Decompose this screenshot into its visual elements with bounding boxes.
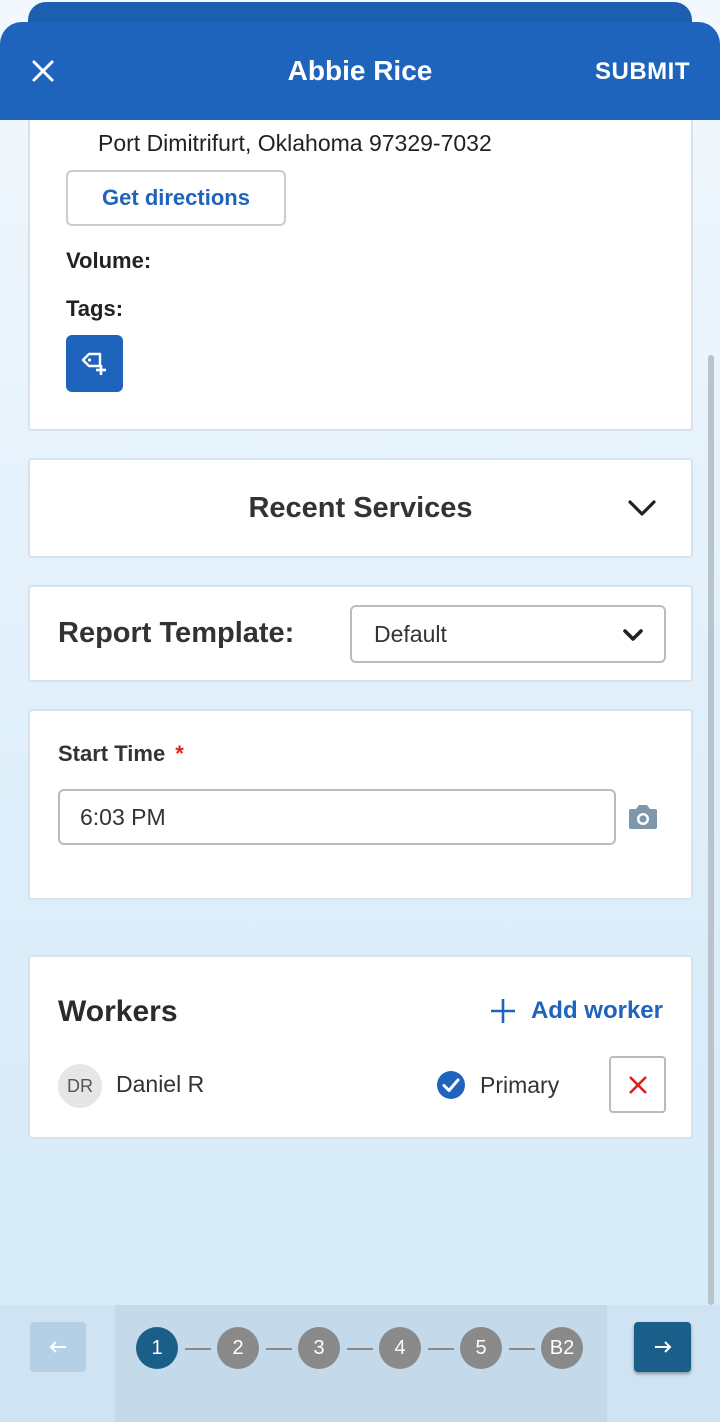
start-time-card: Start Time *: [28, 709, 693, 900]
avatar: DR: [58, 1064, 102, 1108]
add-tag-icon: [81, 352, 106, 375]
report-template-label: Report Template:: [58, 617, 295, 649]
step-connector: [347, 1348, 373, 1350]
app-header: Abbie Rice SUBMIT: [0, 22, 720, 120]
step-B2[interactable]: B2: [541, 1327, 583, 1369]
step-connector: [428, 1348, 454, 1350]
arrow-left-icon: [49, 1341, 66, 1353]
step-footer: 1 2 3 4 5 B2: [0, 1305, 720, 1422]
remove-worker-button[interactable]: [609, 1056, 666, 1113]
workers-card: Workers Add worker DR Daniel R Primary: [28, 955, 693, 1139]
close-icon[interactable]: [28, 56, 58, 86]
add-tag-button[interactable]: [66, 335, 123, 392]
step-connector: [509, 1348, 535, 1350]
job-details-card: Port Dimitrifurt, Oklahoma 97329-7032 Ge…: [28, 100, 693, 431]
report-template-select[interactable]: Default: [350, 605, 666, 663]
next-step-button[interactable]: [634, 1322, 691, 1372]
start-time-label: Start Time *: [58, 741, 184, 767]
step-2[interactable]: 2: [217, 1327, 259, 1369]
report-template-card: Report Template: Default: [28, 585, 693, 682]
step-5[interactable]: 5: [460, 1327, 502, 1369]
get-directions-button[interactable]: Get directions: [66, 170, 286, 226]
page-title: Abbie Rice: [287, 55, 433, 86]
camera-icon[interactable]: [626, 803, 660, 831]
step-4[interactable]: 4: [379, 1327, 421, 1369]
chevron-down-icon[interactable]: [627, 496, 657, 520]
primary-label: Primary: [480, 1072, 560, 1098]
submit-button[interactable]: SUBMIT: [595, 58, 690, 86]
plus-icon: [490, 999, 515, 1023]
scrollbar[interactable]: [708, 355, 714, 1305]
arrow-right-icon: [654, 1341, 671, 1353]
caret-down-icon: [623, 629, 643, 641]
recent-services-title: Recent Services: [248, 492, 473, 524]
step-connector: [185, 1348, 211, 1350]
address-line: Port Dimitrifurt, Oklahoma 97329-7032: [98, 130, 492, 156]
recent-services-panel[interactable]: Recent Services: [28, 458, 693, 558]
step-3[interactable]: 3: [298, 1327, 340, 1369]
workers-title: Workers: [58, 995, 178, 1028]
start-time-input[interactable]: [58, 789, 616, 845]
required-indicator: *: [175, 741, 184, 766]
volume-label: Volume:: [66, 248, 152, 273]
start-time-label-text: Start Time: [58, 741, 166, 766]
report-template-value: Default: [374, 621, 447, 647]
tags-label: Tags:: [66, 296, 124, 321]
add-worker-label: Add worker: [530, 997, 663, 1024]
step-connector: [266, 1348, 292, 1350]
step-1[interactable]: 1: [136, 1327, 178, 1369]
steps-track: [115, 1305, 607, 1422]
close-icon: [628, 1075, 647, 1094]
check-circle-icon[interactable]: [436, 1070, 466, 1100]
previous-step-button[interactable]: [30, 1322, 86, 1372]
worker-name: Daniel R: [116, 1071, 205, 1097]
add-worker-button[interactable]: Add worker: [489, 997, 663, 1025]
